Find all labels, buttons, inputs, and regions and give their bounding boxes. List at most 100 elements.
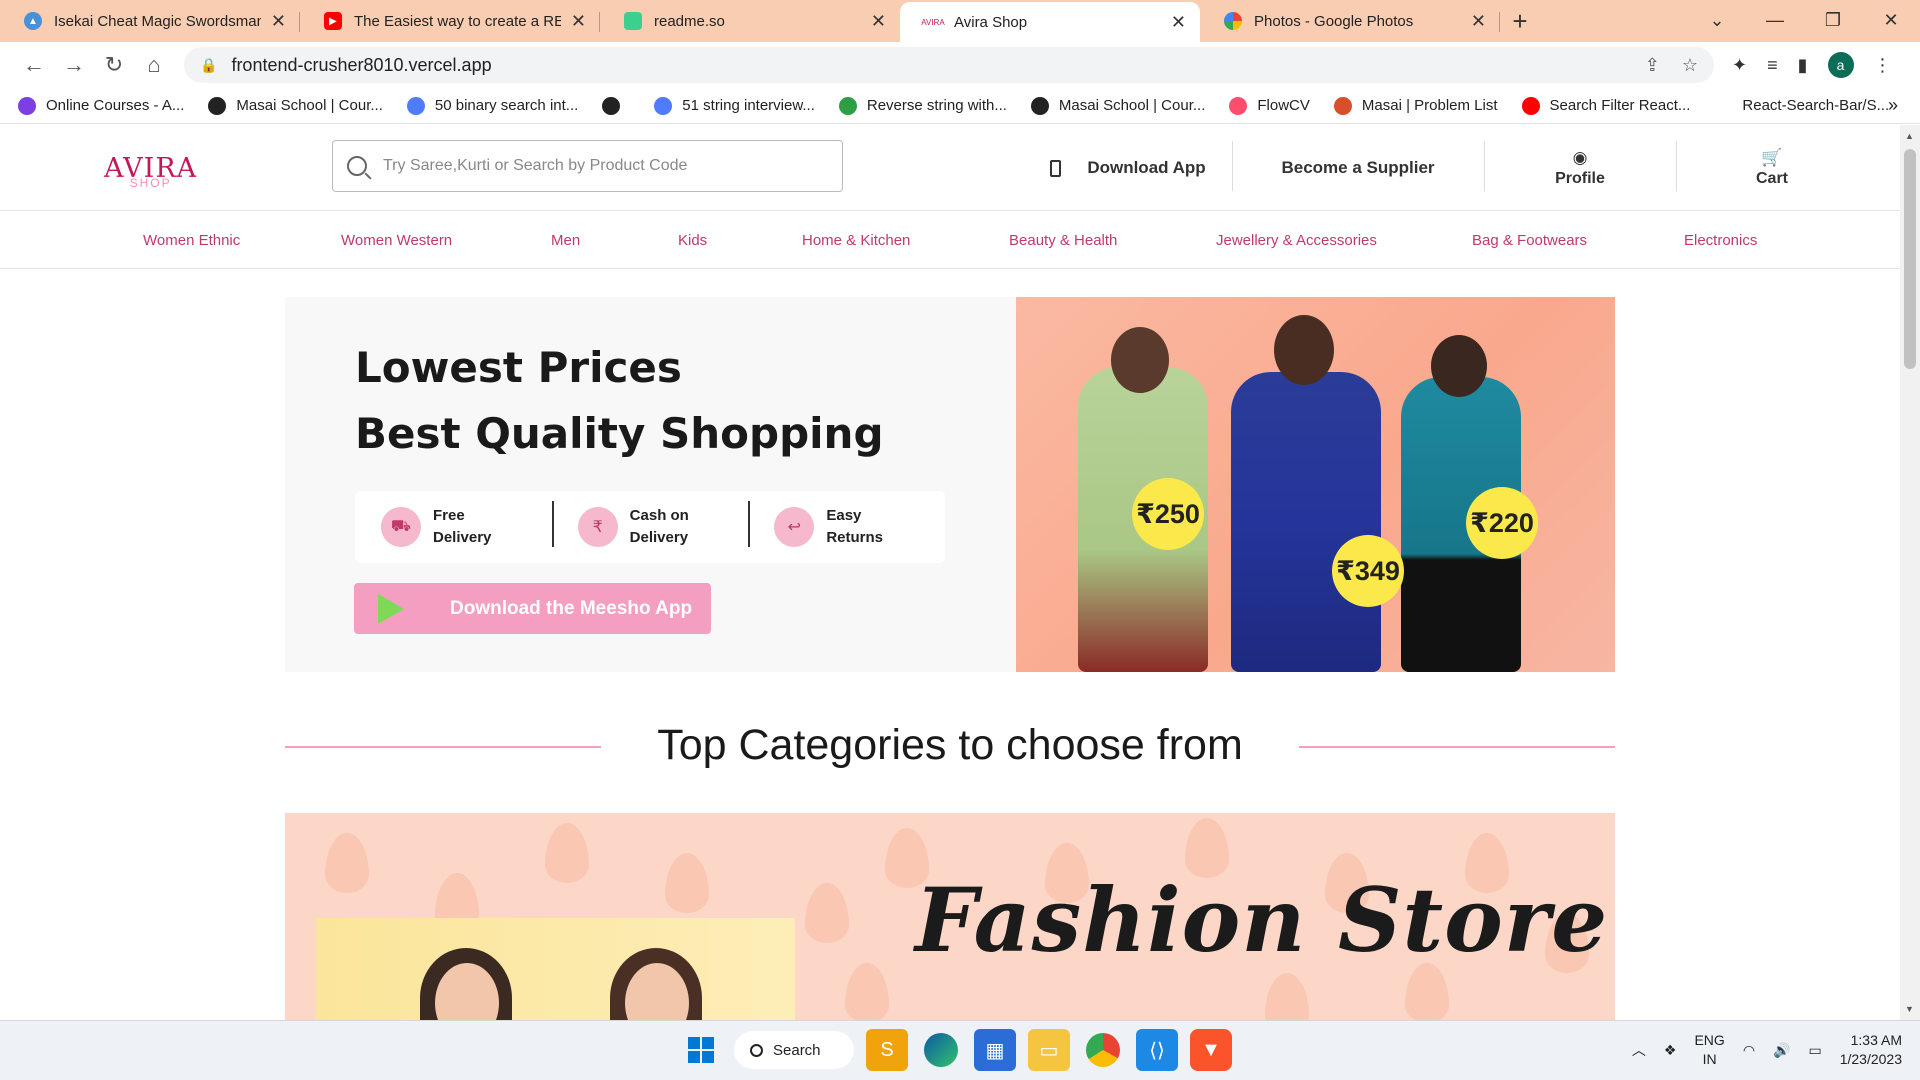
bookmark-item[interactable]: 50 binary search int... <box>406 96 578 115</box>
url-bar[interactable]: 🔒 frontend-crusher8010.vercel.app ⇪ ☆ <box>184 47 1714 83</box>
bookmark-item[interactable] <box>602 96 630 115</box>
download-app-link[interactable]: Download App <box>1024 125 1232 211</box>
close-tab-icon[interactable]: ✕ <box>1471 11 1486 32</box>
bookmark-item[interactable]: Masai | Problem List <box>1333 96 1498 115</box>
cart-link[interactable]: 🛒 Cart <box>1676 125 1868 211</box>
file-explorer-icon[interactable]: ▭ <box>1028 1029 1070 1071</box>
chrome-icon[interactable] <box>1086 1033 1120 1067</box>
bookmark-item[interactable]: Masai School | Cour... <box>208 96 383 115</box>
close-tab-icon[interactable]: ✕ <box>871 11 886 32</box>
bookmark-label: Reverse string with... <box>866 97 1007 114</box>
bookmark-item[interactable]: 51 string interview... <box>654 96 815 115</box>
reload-icon[interactable]: ↻ <box>94 47 134 83</box>
sublime-text-icon[interactable]: S <box>866 1029 908 1071</box>
lang-code: ENG <box>1694 1032 1725 1048</box>
nav-home-kitchen[interactable]: Home & Kitchen <box>802 232 910 249</box>
category-nav: Women Ethnic Women Western Men Kids Home… <box>0 211 1900 269</box>
scrollbar-thumb[interactable] <box>1904 149 1916 369</box>
new-tab-button[interactable]: + <box>1500 0 1540 42</box>
page-scrollbar[interactable]: ▲ ▼ <box>1900 125 1920 1020</box>
nav-kids[interactable]: Kids <box>678 232 707 249</box>
volume-icon[interactable]: 🔊 <box>1773 1042 1790 1059</box>
minimize-icon[interactable]: — <box>1746 0 1804 40</box>
brave-browser-icon[interactable]: ▼ <box>1190 1029 1232 1071</box>
page-viewport: AVIRA SHOP Download App Become a Supplie… <box>0 125 1900 1020</box>
extensions-puzzle-icon[interactable]: ✦ <box>1732 55 1747 76</box>
windows-start-icon[interactable] <box>680 1029 722 1071</box>
media-controls-icon[interactable]: ≡ <box>1767 55 1778 76</box>
search-input[interactable] <box>383 157 823 175</box>
nav-men[interactable]: Men <box>551 232 580 249</box>
bookmark-label: Masai School | Cour... <box>1058 97 1206 114</box>
restore-icon[interactable]: ❐ <box>1804 0 1862 40</box>
bookmark-item[interactable]: Masai School | Cour... <box>1030 96 1206 115</box>
bookmark-star-icon[interactable]: ☆ <box>1682 55 1698 76</box>
lock-icon[interactable]: 🔒 <box>200 57 217 74</box>
profile-link[interactable]: ◉ Profile <box>1484 125 1676 211</box>
bookmark-label: 51 string interview... <box>682 97 815 114</box>
scroll-down-arrow-icon[interactable]: ▼ <box>1905 1004 1914 1014</box>
bookmark-item[interactable]: FlowCV <box>1229 96 1310 115</box>
browser-tab[interactable]: ▲ Isekai Cheat Magic Swordsman M ✕ <box>0 0 300 42</box>
nav-women-western[interactable]: Women Western <box>341 232 452 249</box>
close-tab-icon[interactable]: ✕ <box>271 11 286 32</box>
share-icon[interactable]: ⇪ <box>1645 55 1660 76</box>
system-tray: ︿ ❖ ENG IN ◠ 🔊 ▭ 1:33 AM 1/23/2023 <box>1632 1031 1902 1069</box>
leaf-pattern-shape <box>1265 973 1309 1020</box>
model-head <box>1274 315 1334 385</box>
feature-text: Free Delivery <box>433 507 492 546</box>
show-hidden-icons-chevron-icon[interactable]: ︿ <box>1632 1040 1646 1060</box>
side-panel-icon[interactable]: ▮ <box>1798 55 1808 76</box>
browser-tab[interactable]: ▶ The Easiest way to create a READ ✕ <box>300 0 600 42</box>
browser-tab-active[interactable]: AVIRA Avira Shop ✕ <box>900 2 1200 42</box>
bookmark-item[interactable]: Search Filter React... <box>1521 96 1690 115</box>
profile-avatar[interactable]: a <box>1827 52 1854 78</box>
back-arrow-icon[interactable]: ← <box>14 47 54 83</box>
taskbar-search-button[interactable]: Search <box>734 1031 854 1069</box>
leaf-pattern-shape <box>665 853 709 913</box>
site-logo[interactable]: AVIRA SHOP <box>104 153 197 190</box>
fashion-store-banner[interactable]: Fashion Store <box>285 813 1615 1020</box>
battery-icon[interactable]: ▭ <box>1808 1042 1821 1059</box>
bookmark-favicon-icon <box>1714 96 1733 115</box>
nav-electronics[interactable]: Electronics <box>1684 232 1757 249</box>
bookmark-favicon-icon <box>654 96 673 115</box>
chrome-menu-icon[interactable]: ⋮ <box>1874 55 1892 76</box>
dropbox-icon[interactable]: ❖ <box>1664 1042 1677 1059</box>
more-bookmarks-chevron-icon[interactable]: » <box>1888 95 1898 116</box>
bookmark-item[interactable]: React-Search-Bar/S... <box>1714 96 1889 115</box>
avira-favicon-icon: AVIRA <box>921 17 945 27</box>
scroll-up-arrow-icon[interactable]: ▲ <box>1905 131 1914 141</box>
tab-search-chevron-icon[interactable]: ⌄ <box>1688 0 1746 40</box>
become-supplier-link[interactable]: Become a Supplier <box>1232 125 1484 211</box>
model-figure <box>1231 372 1381 672</box>
bookmark-label: Masai School | Cour... <box>236 97 383 114</box>
close-tab-icon[interactable]: ✕ <box>571 11 586 32</box>
price-badge: ₹220 <box>1466 487 1538 559</box>
bookmark-item[interactable]: Online Courses - A... <box>18 96 184 115</box>
nav-jewellery-accessories[interactable]: Jewellery & Accessories <box>1216 232 1377 249</box>
close-window-icon[interactable]: ✕ <box>1862 0 1920 40</box>
forward-arrow-icon[interactable]: → <box>54 47 94 83</box>
heading-rule-right <box>1299 746 1615 748</box>
system-clock[interactable]: 1:33 AM 1/23/2023 <box>1840 1031 1902 1069</box>
edge-browser-icon[interactable] <box>924 1033 958 1067</box>
nav-beauty-health[interactable]: Beauty & Health <box>1009 232 1117 249</box>
home-icon[interactable]: ⌂ <box>134 47 174 83</box>
nav-women-ethnic[interactable]: Women Ethnic <box>143 232 240 249</box>
close-tab-icon[interactable]: ✕ <box>1171 12 1186 33</box>
microsoft-store-icon[interactable]: ▦ <box>974 1029 1016 1071</box>
download-meesho-app-button[interactable]: Download the Meesho App <box>354 583 711 634</box>
wifi-icon[interactable]: ◠ <box>1743 1042 1755 1059</box>
input-language-indicator[interactable]: ENG IN <box>1694 1031 1724 1069</box>
cart-label: Cart <box>1755 170 1788 187</box>
browser-tab[interactable]: Photos - Google Photos ✕ <box>1200 0 1500 42</box>
nav-bag-footwears[interactable]: Bag & Footwears <box>1472 232 1587 249</box>
hero-heading-line2: Best Quality Shopping <box>355 409 884 458</box>
tab-title: Photos - Google Photos <box>1254 12 1414 30</box>
browser-tab[interactable]: readme.so ✕ <box>600 0 900 42</box>
bookmark-item[interactable]: Reverse string with... <box>838 96 1007 115</box>
bookmark-label: FlowCV <box>1257 97 1310 114</box>
vscode-icon[interactable]: ⟨⟩ <box>1136 1029 1178 1071</box>
leaf-pattern-shape <box>325 833 369 893</box>
